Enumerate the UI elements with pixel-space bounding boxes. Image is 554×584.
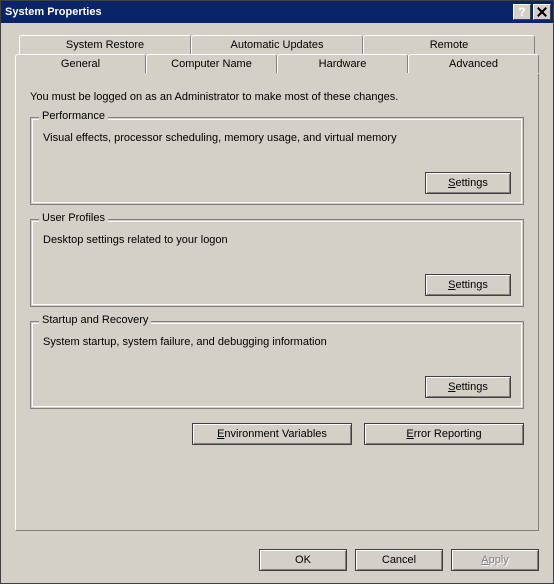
startup-recovery-settings-button[interactable]: Settings: [425, 376, 511, 398]
environment-variables-button[interactable]: Environment Variables: [192, 423, 352, 445]
ok-button[interactable]: OK: [259, 549, 347, 571]
dialog-footer: OK Cancel Apply: [1, 539, 553, 583]
apply-button[interactable]: Apply: [451, 549, 539, 571]
tab-remote[interactable]: Remote: [363, 35, 535, 54]
close-icon: [537, 7, 547, 17]
error-reporting-button[interactable]: Error Reporting: [364, 423, 524, 445]
tab-strip: System Restore Automatic Updates Remote …: [15, 35, 539, 73]
tab-automatic-updates[interactable]: Automatic Updates: [191, 35, 363, 54]
titlebar: System Properties ?: [1, 1, 553, 23]
tab-panel-advanced: You must be logged on as an Administrato…: [15, 73, 539, 531]
window-title: System Properties: [5, 6, 513, 18]
group-performance: Performance Visual effects, processor sc…: [30, 117, 524, 205]
tab-hardware[interactable]: Hardware: [277, 54, 408, 73]
tab-general[interactable]: General: [15, 54, 146, 73]
dialog-content: System Restore Automatic Updates Remote …: [1, 23, 553, 539]
performance-settings-button[interactable]: Settings: [425, 172, 511, 194]
admin-notice: You must be logged on as an Administrato…: [30, 91, 524, 103]
group-user-profiles-title: User Profiles: [39, 212, 108, 224]
tab-system-restore[interactable]: System Restore: [19, 35, 191, 54]
group-startup-recovery: Startup and Recovery System startup, sys…: [30, 321, 524, 409]
help-icon: ?: [518, 6, 525, 18]
tab-computer-name[interactable]: Computer Name: [146, 54, 277, 73]
group-startup-recovery-title: Startup and Recovery: [39, 314, 151, 326]
group-user-profiles-desc: Desktop settings related to your logon: [43, 234, 511, 246]
group-performance-title: Performance: [39, 110, 108, 122]
cancel-button[interactable]: Cancel: [355, 549, 443, 571]
close-button[interactable]: [533, 4, 551, 20]
system-properties-window: System Properties ? System Restore Autom…: [0, 0, 554, 584]
group-startup-recovery-desc: System startup, system failure, and debu…: [43, 336, 511, 348]
tab-advanced[interactable]: Advanced: [408, 54, 539, 73]
group-user-profiles: User Profiles Desktop settings related t…: [30, 219, 524, 307]
group-performance-desc: Visual effects, processor scheduling, me…: [43, 132, 511, 144]
help-button[interactable]: ?: [513, 4, 531, 20]
user-profiles-settings-button[interactable]: Settings: [425, 274, 511, 296]
